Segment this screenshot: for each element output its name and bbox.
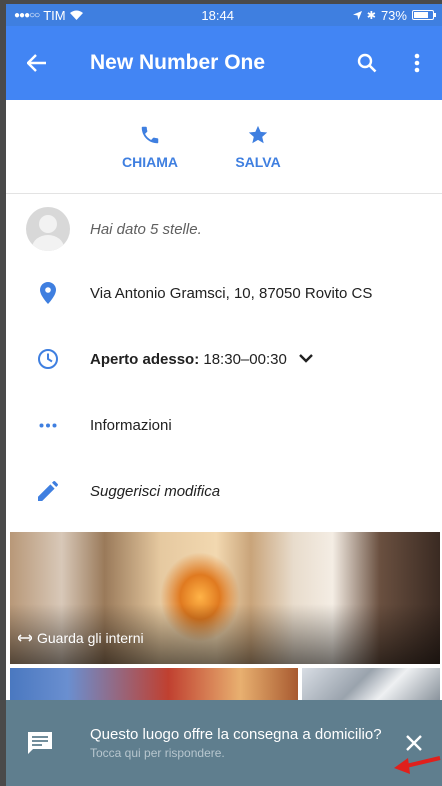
caption-text: Guarda gli interni xyxy=(37,630,144,646)
interior-photo[interactable]: Guarda gli interni xyxy=(10,532,440,664)
status-time: 18:44 xyxy=(201,7,234,23)
hours-value: 18:30–00:30 xyxy=(203,350,287,368)
rating-row[interactable]: Hai dato 5 stelle. xyxy=(6,198,442,260)
snack-text: Questo luogo offre la consegna a domicil… xyxy=(74,726,386,760)
feedback-icon xyxy=(28,732,52,754)
chevron-down-icon[interactable] xyxy=(298,350,313,368)
status-right: ✱ 73% xyxy=(352,7,436,23)
more-options-button[interactable] xyxy=(392,26,442,100)
delivery-question-banner[interactable]: Questo luogo offre la consegna a domicil… xyxy=(6,700,442,786)
place-pin-icon xyxy=(40,282,56,304)
status-bar: ●●●○○ TIM 18:44 ✱ 73% xyxy=(6,4,442,26)
address-text: Via Antonio Gramsci, 10, 87050 Rovito CS xyxy=(90,284,373,302)
clock-icon xyxy=(38,349,58,369)
phone-screen: ●●●○○ TIM 18:44 ✱ 73% New Number One CHI… xyxy=(6,4,442,786)
street-view-icon xyxy=(18,634,32,642)
more-vert-icon xyxy=(414,53,420,73)
snack-icon-container xyxy=(6,732,74,754)
star-icon xyxy=(248,125,268,143)
annotation-arrow-icon xyxy=(394,756,441,774)
save-label: SALVA xyxy=(235,153,281,170)
carrier-label: TIM xyxy=(43,7,66,23)
battery-icon xyxy=(411,10,436,20)
avatar xyxy=(26,207,70,251)
more-horiz-icon xyxy=(39,423,57,427)
phone-icon xyxy=(141,126,159,143)
street-view-caption[interactable]: Guarda gli interni xyxy=(18,630,144,646)
delivery-question: Questo luogo offre la consegna a domicil… xyxy=(90,726,382,743)
app-bar: New Number One xyxy=(6,26,442,100)
pencil-icon xyxy=(38,481,58,501)
suggest-edit-row[interactable]: Suggerisci modifica xyxy=(6,460,442,522)
rating-text: Hai dato 5 stelle. xyxy=(90,220,202,238)
hours-label: Aperto adesso: xyxy=(90,350,200,368)
info-text: Informazioni xyxy=(90,416,172,434)
address-row[interactable]: Via Antonio Gramsci, 10, 87050 Rovito CS xyxy=(6,262,442,324)
call-button[interactable]: CHIAMA xyxy=(6,100,224,193)
address-icon-container xyxy=(6,282,90,304)
avatar-container xyxy=(6,207,90,251)
bluetooth-icon: ✱ xyxy=(366,9,376,22)
info-row[interactable]: Informazioni xyxy=(6,394,442,456)
arrow-back-icon xyxy=(27,54,46,72)
wifi-icon xyxy=(69,8,83,23)
status-left: ●●●○○ TIM xyxy=(14,8,83,23)
delivery-hint: Tocca qui per rispondere. xyxy=(90,746,225,760)
location-icon xyxy=(352,8,362,23)
hours-text: Aperto adesso: 18:30–00:30 xyxy=(90,351,287,368)
place-title: New Number One xyxy=(90,51,266,74)
action-row: CHIAMA SALVA xyxy=(6,100,442,194)
suggest-text: Suggerisci modifica xyxy=(90,482,221,500)
call-label: CHIAMA xyxy=(122,153,178,170)
suggest-icon-container xyxy=(6,481,90,501)
battery-percent: 73% xyxy=(380,7,407,23)
hours-icon-container xyxy=(6,348,90,370)
back-button[interactable] xyxy=(6,26,68,100)
hours-row[interactable]: Aperto adesso: 18:30–00:30 xyxy=(6,328,442,390)
search-button[interactable] xyxy=(342,26,392,100)
info-icon-container xyxy=(6,423,90,428)
save-button[interactable]: SALVA xyxy=(224,100,442,193)
search-icon xyxy=(357,53,377,73)
signal-icon: ●●●○○ xyxy=(14,9,40,21)
